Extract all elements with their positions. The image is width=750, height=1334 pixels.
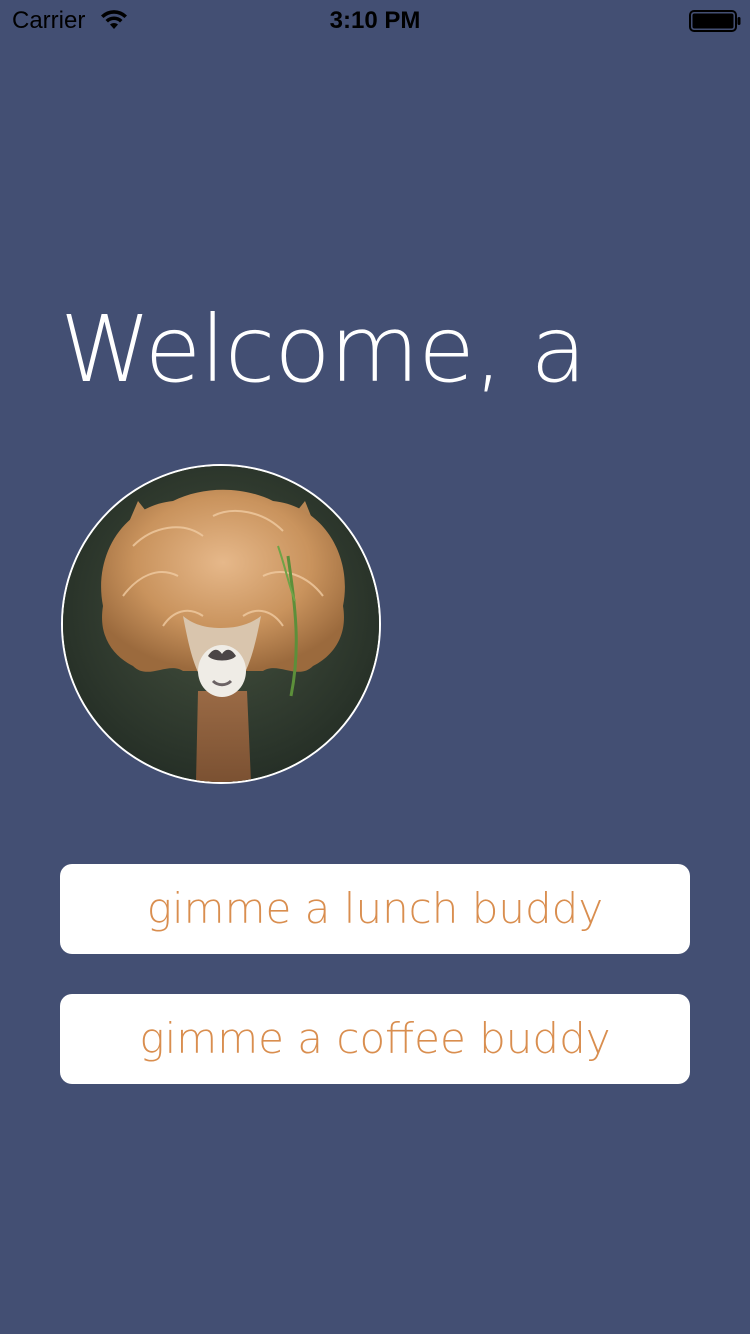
avatar — [61, 464, 381, 784]
alpaca-photo — [63, 466, 379, 782]
status-bar: Carrier 3:10 PM — [0, 0, 750, 40]
welcome-heading: Welcome, a — [60, 296, 587, 403]
status-time: 3:10 PM — [329, 7, 421, 34]
lunch-buddy-button[interactable]: gimme a lunch buddy — [60, 864, 690, 954]
battery-icon — [689, 10, 741, 32]
coffee-buddy-button[interactable]: gimme a coffee buddy — [60, 994, 690, 1084]
